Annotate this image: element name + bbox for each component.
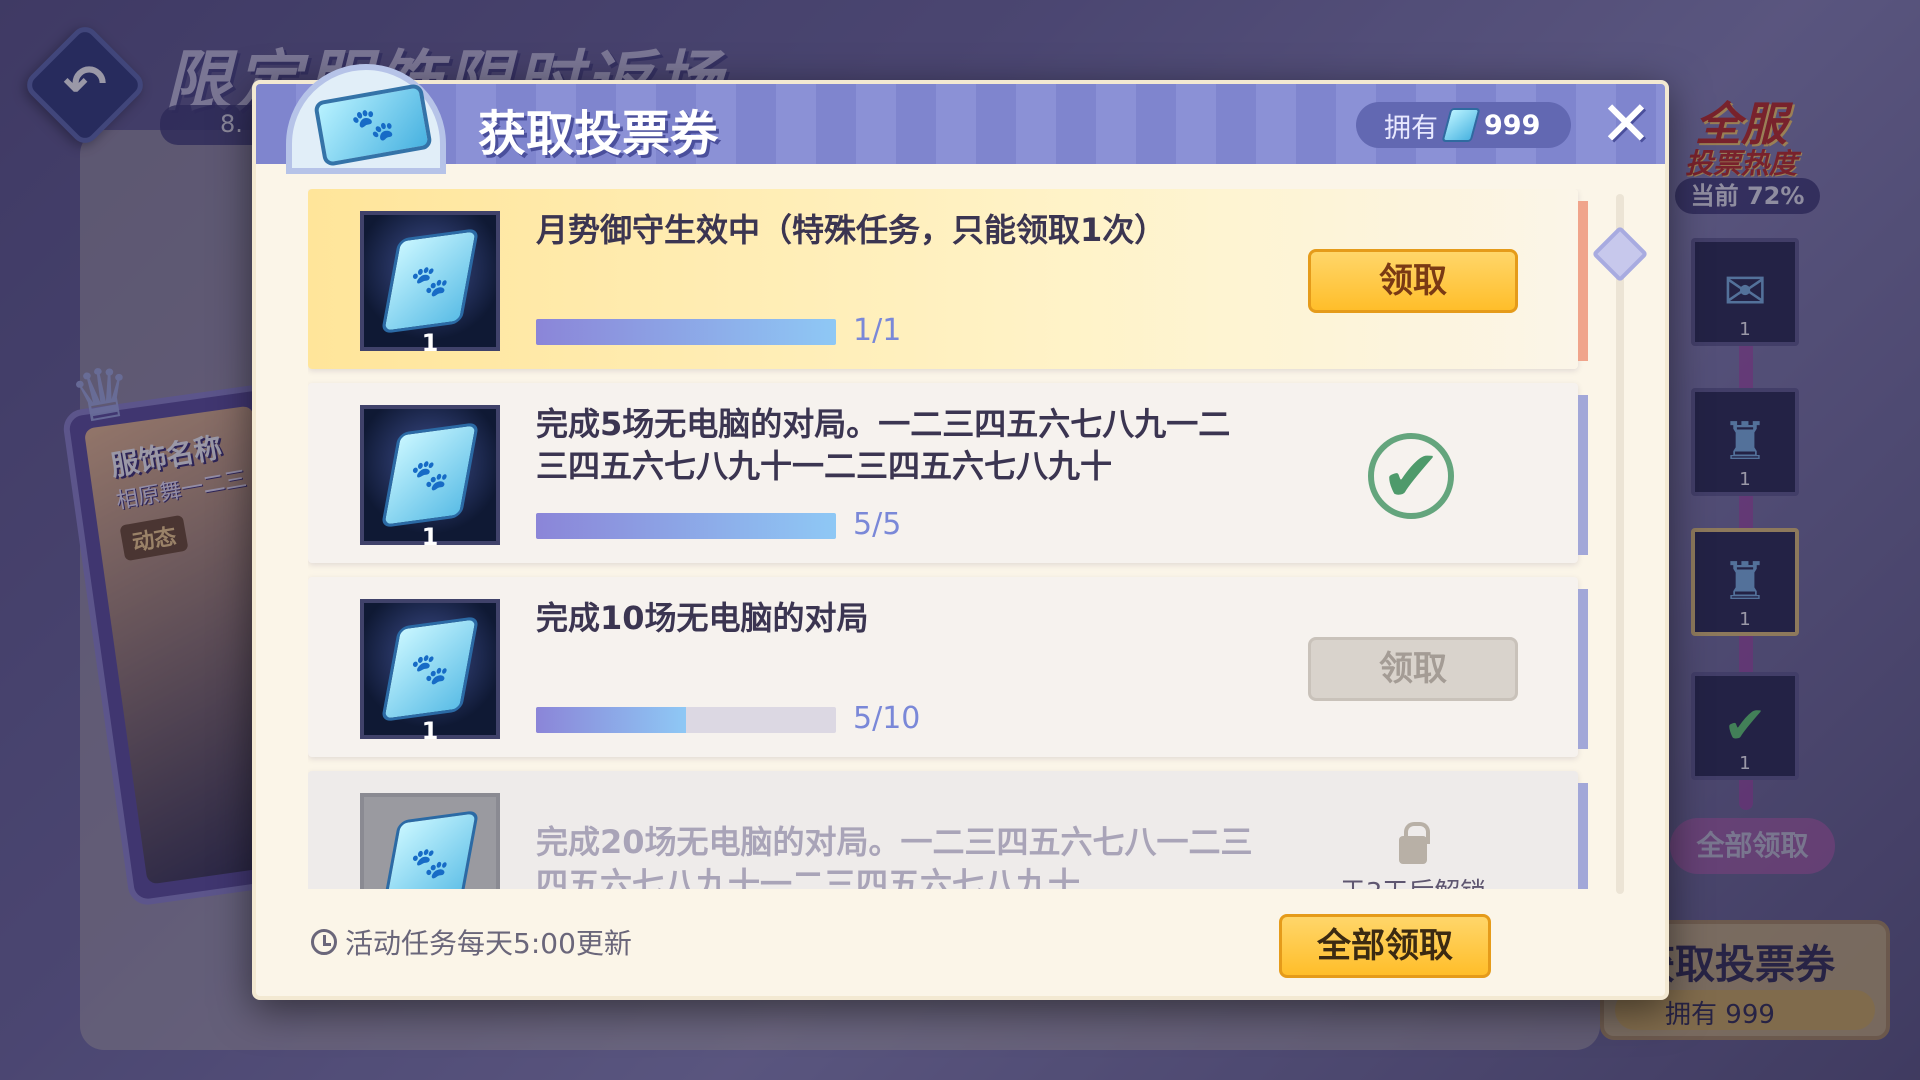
task-description: 完成20场无电脑的对局。一二三四五六七八一二三四五六七八九十一二三四五六七八九十 (536, 823, 1253, 889)
ticket-paw-icon: 🐾 (313, 82, 433, 168)
refresh-note: 活动任务每天5:00更新 (311, 922, 632, 962)
ticket-paw-icon: 🐾 (380, 810, 480, 889)
ticket-notch (308, 771, 318, 889)
lock-icon (1399, 822, 1430, 864)
progress-fill (536, 707, 686, 733)
task-description: 完成5场无电脑的对局。一二三四五六七八九一二三四五六七八九十一二三四五六七八九十 (536, 405, 1231, 485)
task-item: 🐾 1 完成5场无电脑的对局。一二三四五六七八九一二三四五六七八九十一二三四五六… (308, 383, 1588, 563)
task-description: 完成10场无电脑的对局 (536, 599, 869, 637)
get-tickets-modal: 🐾 获取投票券 拥有 999 ✕ 🐾 1 月势御守生效中（特殊任务，只能领取1次… (252, 64, 1669, 1000)
reward-ticket[interactable]: 🐾 (360, 793, 500, 889)
ticket-notch (308, 577, 318, 757)
progress-bar (536, 513, 836, 539)
progress-text: 5/10 (853, 701, 921, 736)
refresh-note-text: 活动任务每天5:00更新 (345, 927, 632, 960)
claim-button[interactable]: 领取 (1308, 249, 1518, 313)
claim-button-disabled[interactable]: 领取 (1308, 637, 1518, 701)
own-label: 拥有 (1384, 112, 1438, 144)
progress-bar (536, 319, 836, 345)
close-button[interactable]: ✕ (1596, 93, 1656, 155)
own-value: 999 (1484, 109, 1541, 141)
ticket-paw-icon: 🐾 (380, 616, 480, 722)
progress-fill (536, 319, 836, 345)
progress-text: 1/1 (853, 313, 902, 348)
progress-fill (536, 513, 836, 539)
ticket-paw-icon: 🐾 (380, 228, 480, 334)
ticket-notch (308, 383, 318, 563)
unlock-countdown: 于3天后解锁 (1308, 872, 1518, 889)
modal-title: 获取投票券 (478, 106, 719, 162)
ticket-icon (1441, 108, 1481, 142)
clock-icon (311, 929, 337, 955)
reward-count: 1 (421, 717, 439, 745)
progress-bar (536, 707, 836, 733)
task-item-locked: 🐾 完成20场无电脑的对局。一二三四五六七八一二三四五六七八九十一二三四五六七八… (308, 771, 1588, 889)
task-list[interactable]: 🐾 1 月势御守生效中（特殊任务，只能领取1次） 1/1 领取 🐾 1 完成5场… (308, 189, 1588, 889)
lock-status: 于3天后解锁 (1308, 822, 1518, 889)
scrollbar-track[interactable] (1616, 194, 1624, 894)
claim-all-button[interactable]: 全部领取 (1279, 914, 1491, 978)
scrollbar-thumb[interactable] (1591, 225, 1649, 283)
progress-text: 5/5 (853, 507, 902, 542)
task-item: 🐾 1 完成10场无电脑的对局 5/10 领取 (308, 577, 1588, 757)
reward-count: 1 (421, 523, 439, 551)
task-description: 月势御守生效中（特殊任务，只能领取1次） (536, 211, 1167, 249)
task-item: 🐾 1 月势御守生效中（特殊任务，只能领取1次） 1/1 领取 (308, 189, 1588, 369)
header-ticket-badge: 🐾 (286, 64, 446, 174)
reward-count: 1 (421, 329, 439, 357)
ticket-paw-icon: 🐾 (380, 422, 480, 528)
ticket-notch (308, 189, 318, 369)
claimed-check-icon: ✔ (1368, 433, 1454, 519)
ticket-balance: 拥有 999 (1356, 102, 1571, 148)
